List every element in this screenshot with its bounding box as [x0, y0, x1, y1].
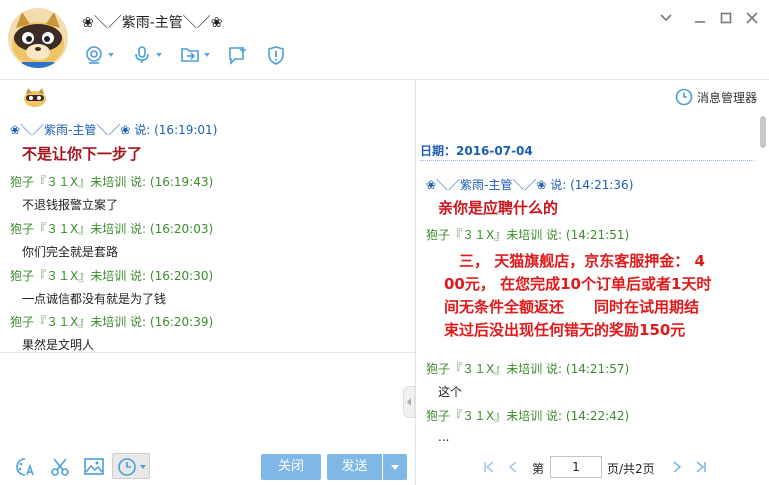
date-divider — [420, 160, 754, 161]
minimize-icon — [695, 21, 705, 23]
history-message: 狍子『３１X』未培训 说: (14:22:42) ... — [426, 407, 629, 444]
message-text: 不是让你下一步了 — [22, 145, 143, 163]
shield-icon — [268, 46, 284, 65]
chat-history-pane[interactable]: ❀＼／紫雨-主管＼／❀ 说: (16:19:01) 不是让你下一步了 狍子『３１… — [0, 80, 415, 352]
send-options-button[interactable] — [383, 454, 407, 480]
chevron-left-icon — [407, 398, 411, 406]
security-button[interactable] — [266, 45, 286, 65]
promo-line: 束过后没出现任何错无的奖励150元 — [444, 321, 686, 339]
chat-history-toggle[interactable] — [112, 453, 150, 479]
message-manager-link[interactable]: 消息管理器 — [675, 88, 757, 106]
message-sender: 狍子『３１X』未培训 说: (14:21:57) — [426, 362, 630, 376]
clock-icon — [675, 88, 693, 106]
message-text: 亲你是应聘什么的 — [438, 199, 559, 217]
send-image-button[interactable] — [83, 456, 104, 476]
chat-message: 狍子『３１X』未培训 说: (16:20:39) 果然是文明人 — [10, 313, 213, 352]
history-message: 狍子『３１X』未培训 说: (14:21:57) 这个 — [426, 360, 629, 400]
message-text: 不退钱报警立案了 — [22, 198, 119, 212]
history-scrollbar[interactable] — [759, 110, 767, 450]
clock-icon — [118, 458, 146, 476]
history-pager: 第 1 页/共2页 — [416, 452, 769, 482]
raccoon-avatar-icon — [8, 8, 68, 68]
add-chat-icon — [229, 47, 246, 65]
screenshot-button[interactable] — [49, 456, 69, 476]
chevron-right-icon — [673, 461, 682, 473]
send-button[interactable]: 发送 — [327, 454, 382, 480]
collapse-history-handle[interactable] — [403, 386, 415, 418]
chat-message: 狍子『３１X』未培训 说: (16:19:43) 不退钱报警立案了 — [10, 173, 213, 213]
message-input[interactable] — [0, 352, 415, 440]
message-sender: ❀＼／紫雨-主管＼／❀ 说: (14:21:36) — [426, 178, 634, 192]
chat-message: 狍子『３１X』未培训 说: (16:20:30) 一点诚信都没有就是为了钱 — [10, 267, 213, 307]
first-page-icon — [484, 461, 494, 473]
contact-name: ❀＼／紫雨-主管＼／❀ — [82, 15, 223, 31]
message-sender: 狍子『３１X』未培训 说: (16:20:30) — [10, 269, 214, 283]
history-date: 日期：2016-07-04 — [420, 144, 533, 158]
first-page-button[interactable] — [482, 460, 496, 477]
new-group-button[interactable] — [228, 45, 248, 65]
font-palette-icon — [16, 458, 34, 476]
chevron-down-icon — [204, 53, 210, 57]
promo-line: 00元， 在您完成10个订单后或者1天时 — [444, 275, 712, 293]
maximize-button[interactable] — [718, 10, 734, 26]
chevron-left-icon — [508, 461, 517, 473]
minimize-button[interactable] — [692, 10, 708, 26]
voice-call-button[interactable] — [132, 45, 162, 65]
header: ❀＼／紫雨-主管＼／❀ — [0, 0, 769, 80]
promo-line: 间无条件全额返还 同时在试用期结 — [444, 298, 700, 316]
chevron-down-icon — [391, 465, 399, 470]
page-number-input[interactable]: 1 — [550, 456, 602, 478]
video-call-button[interactable] — [84, 45, 114, 65]
font-style-button[interactable] — [14, 456, 34, 476]
image-icon — [84, 458, 104, 475]
microphone-icon — [135, 46, 149, 63]
message-sender: 狍子『３１X』未培训 说: (14:21:51) — [426, 228, 630, 242]
last-page-button[interactable] — [694, 460, 708, 477]
history-message: 狍子『３１X』未培训 说: (14:21:51) — [426, 226, 629, 243]
mini-mascot-icon — [22, 86, 48, 108]
close-window-button[interactable] — [744, 10, 760, 26]
close-button[interactable]: 关闭 — [261, 454, 321, 480]
maximize-icon — [720, 12, 732, 24]
chevron-down-icon — [156, 53, 162, 57]
last-page-icon — [696, 461, 706, 473]
close-icon — [746, 12, 758, 24]
message-sender: 狍子『３１X』未培训 说: (16:19:43) — [10, 175, 214, 189]
next-page-button[interactable] — [670, 460, 684, 477]
avatar[interactable] — [8, 8, 68, 68]
message-text: 果然是文明人 — [22, 338, 95, 352]
webcam-icon — [86, 46, 102, 64]
chevron-down-icon — [108, 53, 114, 57]
promo-line: 三， 天猫旗舰店，京东客服押金： 4 — [444, 252, 705, 270]
chevron-down-icon — [660, 14, 672, 22]
scrollbar-thumb[interactable] — [760, 116, 766, 148]
message-text: 你们完全就是套路 — [22, 245, 119, 259]
message-text: ... — [438, 430, 450, 444]
message-manager-pane[interactable]: 消息管理器 日期：2016-07-04 ❀＼／紫雨-主管＼／❀ 说: (14:2… — [416, 80, 769, 485]
history-message: ❀＼／紫雨-主管＼／❀ 说: (14:21:36) 亲你是应聘什么的 — [426, 176, 633, 218]
file-transfer-icon — [181, 48, 199, 62]
top-toolbar — [84, 44, 304, 66]
prev-page-button[interactable] — [506, 460, 520, 477]
message-sender: ❀＼／紫雨-主管＼／❀ 说: (16:19:01) — [10, 123, 218, 137]
message-sender: 狍子『３１X』未培训 说: (16:20:39) — [10, 315, 214, 329]
page-total-label: 页/共2页 — [607, 462, 655, 476]
page-label-prefix: 第 — [532, 462, 545, 476]
promo-message-text: 三， 天猫旗舰店，京东客服押金： 4 00元， 在您完成10个订单后或者1天时 … — [444, 250, 764, 342]
chat-message: 狍子『３１X』未培训 说: (16:20:03) 你们完全就是套路 — [10, 220, 213, 260]
message-sender: 狍子『３１X』未培训 说: (16:20:03) — [10, 222, 214, 236]
message-text: 一点诚信都没有就是为了钱 — [22, 292, 167, 306]
chat-window: ❀＼／紫雨-主管＼／❀ ❀＼／紫雨-主管＼／❀ 说: (16:19:01) 不是… — [0, 0, 769, 485]
send-file-button[interactable] — [180, 45, 210, 65]
message-text: 这个 — [438, 385, 463, 399]
chat-message: ❀＼／紫雨-主管＼／❀ 说: (16:19:01) 不是让你下一步了 — [10, 121, 217, 164]
message-sender: 狍子『３１X』未培训 说: (14:22:42) — [426, 409, 630, 423]
scissors-icon — [51, 458, 69, 476]
message-manager-label: 消息管理器 — [696, 90, 757, 105]
dropdown-menu-button[interactable] — [658, 10, 674, 26]
